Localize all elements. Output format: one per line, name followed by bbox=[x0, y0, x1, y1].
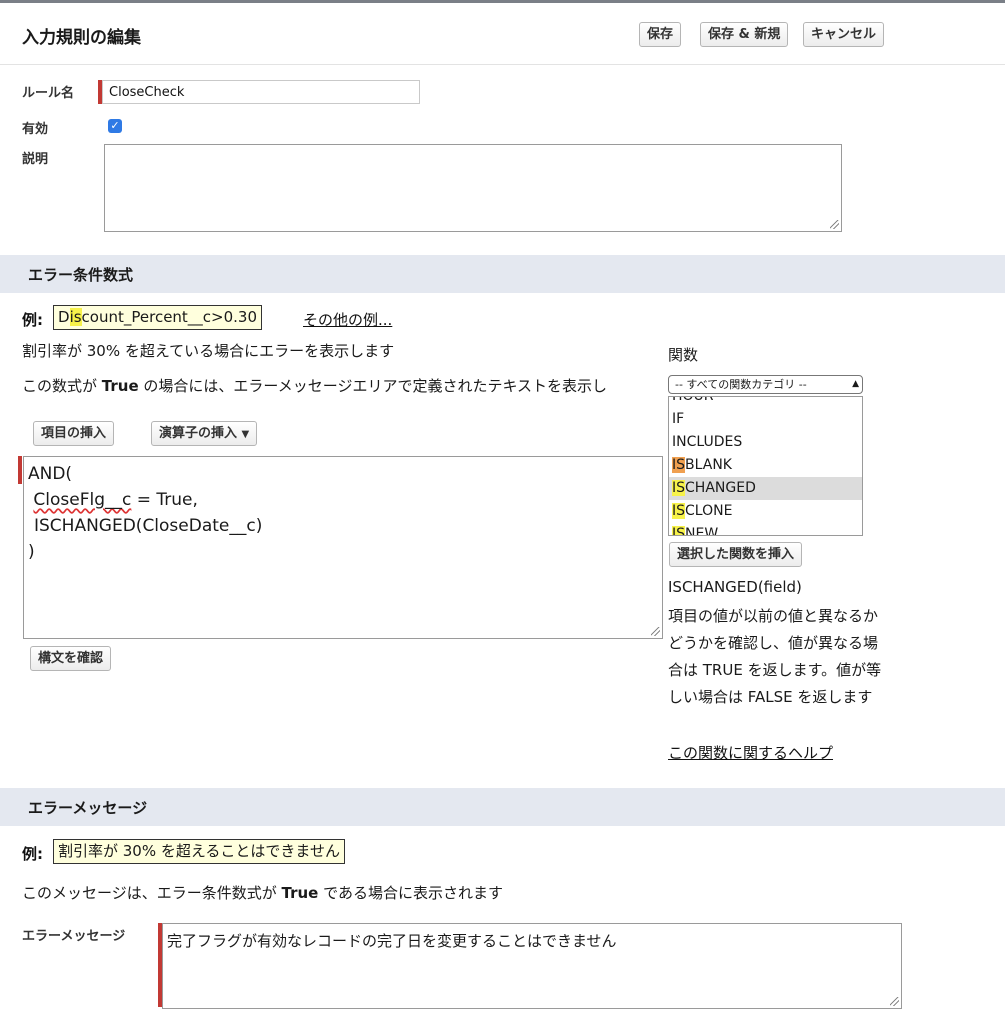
error-message-textarea[interactable]: 完了フラグが有効なレコードの完了日を変更することはできません bbox=[162, 923, 902, 1009]
insert-field-button[interactable]: 項目の挿入 bbox=[33, 421, 115, 446]
function-list-item[interactable]: INCLUDES bbox=[669, 431, 862, 454]
formula-section-title: エラー条件数式 bbox=[28, 266, 134, 284]
function-list-item[interactable]: HOUR bbox=[669, 397, 862, 408]
rule-name-input[interactable] bbox=[102, 80, 420, 104]
description-label: 説明 bbox=[22, 152, 49, 167]
message-example-label: 例: bbox=[22, 845, 43, 863]
function-signature: ISCHANGED(field) bbox=[668, 578, 802, 596]
resize-grip-icon[interactable] bbox=[890, 997, 899, 1006]
formula-line: ) bbox=[28, 542, 35, 562]
insert-operator-button[interactable]: 演算子の挿入 ▼ bbox=[151, 421, 258, 446]
page-title: 入力規則の編集 bbox=[22, 28, 141, 48]
function-list[interactable]: HOUR IF INCLUDES ISBLANK ISCHANGED ISCLONE ISN… bbox=[668, 396, 863, 536]
spelling-error-token: CloseFlg__c bbox=[33, 490, 132, 510]
more-examples-link[interactable]: その他の例... bbox=[303, 309, 392, 330]
active-checkbox[interactable]: ✓ bbox=[108, 119, 122, 133]
functions-label: 関数 bbox=[668, 346, 699, 364]
cancel-button[interactable]: キャンセル bbox=[803, 22, 885, 47]
resize-grip-icon[interactable] bbox=[830, 220, 839, 229]
header-divider bbox=[0, 64, 1005, 65]
function-category-select[interactable]: -- すべての関数カテゴリ -- ▲ bbox=[668, 375, 863, 394]
formula-example-description: 割引率が 30% を超えている場合にエラーを表示します bbox=[22, 342, 395, 360]
message-example-box: 割引率が 30% を超えることはできません bbox=[53, 839, 345, 864]
select-arrows-icon: ▲ bbox=[852, 379, 859, 389]
rule-name-label: ルール名 bbox=[22, 86, 75, 101]
check-syntax-button[interactable]: 構文を確認 bbox=[30, 646, 112, 671]
function-list-item[interactable]: ISBLANK bbox=[669, 454, 862, 477]
formula-info-text: この数式が True の場合には、エラーメッセージエリアで定義されたテキストを表… bbox=[22, 377, 608, 395]
active-label: 有効 bbox=[22, 122, 49, 137]
formula-editor[interactable]: AND( CloseFlg__c = True, ISCHANGED(Close… bbox=[23, 456, 663, 639]
formula-example-label: 例: bbox=[22, 311, 43, 329]
formula-line: ISCHANGED(CloseDate__c) bbox=[34, 516, 263, 536]
description-textarea[interactable] bbox=[104, 144, 842, 232]
function-help-link[interactable]: この関数に関するヘルプ bbox=[668, 742, 833, 763]
message-section-title: エラーメッセージ bbox=[28, 799, 148, 817]
error-message-label: エラーメッセージ bbox=[22, 929, 126, 944]
formula-required-indicator bbox=[18, 456, 22, 484]
save-button[interactable]: 保存 bbox=[639, 22, 682, 47]
chevron-down-icon: ▼ bbox=[241, 429, 250, 440]
function-list-item[interactable]: ISCLONE bbox=[669, 500, 862, 523]
error-message-value: 完了フラグが有効なレコードの完了日を変更することはできません bbox=[167, 932, 617, 950]
message-info-text: このメッセージは、エラー条件数式が True である場合に表示されます bbox=[22, 884, 503, 902]
function-list-item[interactable]: IF bbox=[669, 408, 862, 431]
formula-section-header bbox=[0, 255, 1005, 293]
formula-example-box: Discount_Percent__c>0.30 bbox=[53, 305, 263, 330]
function-list-item[interactable]: ISNEW bbox=[669, 523, 862, 535]
insert-selected-function-button[interactable]: 選択した関数を挿入 bbox=[669, 542, 803, 567]
function-description: 項目の値が以前の値と異なるか どうかを確認し、値が異なる場 合は TRUE を返… bbox=[668, 607, 882, 706]
save-new-button[interactable]: 保存 & 新規 bbox=[700, 22, 789, 47]
formula-line: CloseFlg__c = True, bbox=[33, 490, 198, 510]
function-list-item[interactable]: ISCHANGED bbox=[669, 477, 862, 500]
formula-line: AND( bbox=[28, 464, 73, 484]
resize-grip-icon[interactable] bbox=[651, 627, 660, 636]
message-section-header bbox=[0, 788, 1005, 826]
